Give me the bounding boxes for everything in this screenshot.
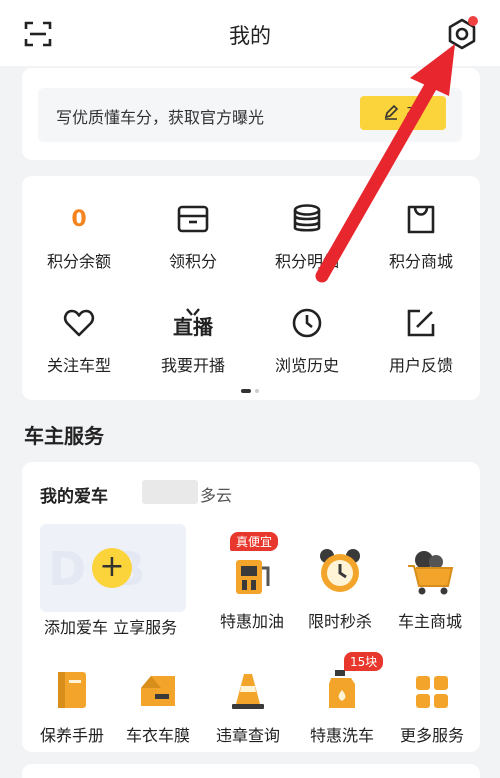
alarm-clock-icon — [320, 549, 360, 592]
next-card-edge — [22, 764, 480, 778]
owner-mall[interactable]: 车主商城 — [380, 540, 480, 632]
add-icon[interactable]: + — [92, 548, 132, 588]
points-card: 0 积分余额 领积分 积分明细 积分商城 关注车型 直播 我要开播 浏览历史 用… — [22, 176, 480, 400]
notification-dot — [468, 16, 478, 26]
creator-card: 写优质懂车分，获取官方曝光 布 — [22, 68, 480, 160]
top-bar: 我的 — [0, 0, 500, 66]
follow-models-label: 关注车型 — [46, 356, 111, 375]
blurred-location — [142, 480, 198, 504]
maintenance-manual-label: 保养手册 — [39, 726, 104, 745]
claim-points[interactable]: 领积分 — [136, 202, 250, 272]
fuel-discount[interactable]: 特惠加油 — [202, 540, 302, 632]
car-cover-film-label: 车衣车膜 — [125, 726, 190, 745]
clock-icon — [292, 308, 322, 338]
browse-history-label: 浏览历史 — [274, 356, 339, 375]
follow-models[interactable]: 关注车型 — [22, 306, 136, 376]
my-car-title: 我的爱车 — [40, 487, 108, 507]
violation-query[interactable]: 违章查询 — [198, 654, 298, 746]
more-services[interactable]: 更多服务 — [382, 654, 482, 746]
manual-book-icon — [58, 672, 86, 708]
car-wash-icon — [329, 670, 355, 708]
owner-mall-label: 车主商城 — [397, 612, 462, 631]
claim-points-label: 领积分 — [168, 252, 217, 271]
box-icon — [177, 205, 209, 233]
user-feedback-label: 用户反馈 — [388, 356, 453, 375]
publish-label: 布 — [406, 103, 423, 122]
fuel-badge: 真便宜 — [230, 532, 279, 551]
car-cover-film[interactable]: 车衣车膜 — [108, 654, 208, 746]
points-detail[interactable]: 积分明细 — [250, 202, 364, 272]
car-cover-icon — [141, 676, 175, 706]
section-title: 车主服务 — [24, 424, 104, 448]
car-wash-discount-label: 特惠洗车 — [309, 726, 374, 745]
weather-text: 多云 — [200, 486, 233, 505]
flash-sale[interactable]: 限时秒杀 — [290, 540, 390, 632]
violation-query-label: 违章查询 — [215, 726, 280, 745]
flash-sale-label: 限时秒杀 — [307, 612, 372, 631]
fuel-discount-label: 特惠加油 — [219, 612, 284, 631]
points-mall[interactable]: 积分商城 — [364, 202, 478, 272]
promo-text: 写优质懂车分，获取官方曝光 — [56, 108, 265, 127]
browse-history[interactable]: 浏览历史 — [250, 306, 364, 376]
points-mall-label: 积分商城 — [388, 252, 453, 271]
shopping-cart-icon — [408, 551, 454, 595]
go-live[interactable]: 直播 我要开播 — [136, 306, 250, 376]
points-balance-label: 积分余额 — [46, 252, 111, 271]
car-wash-badge: 15块 — [344, 652, 384, 671]
promo-banner[interactable]: 写优质懂车分，获取官方曝光 布 — [38, 88, 462, 142]
page-indicator — [241, 378, 263, 397]
live-icon-text: 直播 — [173, 315, 213, 339]
pencil-icon — [385, 104, 399, 120]
fuel-pump-icon — [236, 560, 270, 594]
points-balance[interactable]: 0 积分余额 — [22, 202, 136, 272]
points-detail-label: 积分明细 — [274, 252, 339, 271]
add-car-label: 添加爱车 立享服务 — [44, 618, 178, 637]
page-title: 我的 — [229, 24, 271, 48]
publish-button[interactable]: 布 — [360, 96, 446, 130]
edit-icon — [407, 309, 435, 337]
heart-icon — [63, 309, 95, 337]
more-services-label: 更多服务 — [399, 726, 464, 745]
coins-stack-icon — [293, 204, 321, 232]
shopping-bag-icon — [407, 205, 435, 234]
points-value: 0 — [71, 206, 87, 232]
add-car-card[interactable]: D B + — [40, 524, 186, 612]
car-services-card: 我的爱车 多云 D B + 添加爱车 立享服务 特惠加油 真便宜 — [22, 462, 480, 752]
traffic-cone-icon — [232, 674, 264, 709]
maintenance-manual[interactable]: 保养手册 — [22, 654, 122, 746]
grid-icon — [416, 676, 448, 708]
user-feedback[interactable]: 用户反馈 — [364, 306, 478, 376]
go-live-label: 我要开播 — [160, 356, 225, 375]
